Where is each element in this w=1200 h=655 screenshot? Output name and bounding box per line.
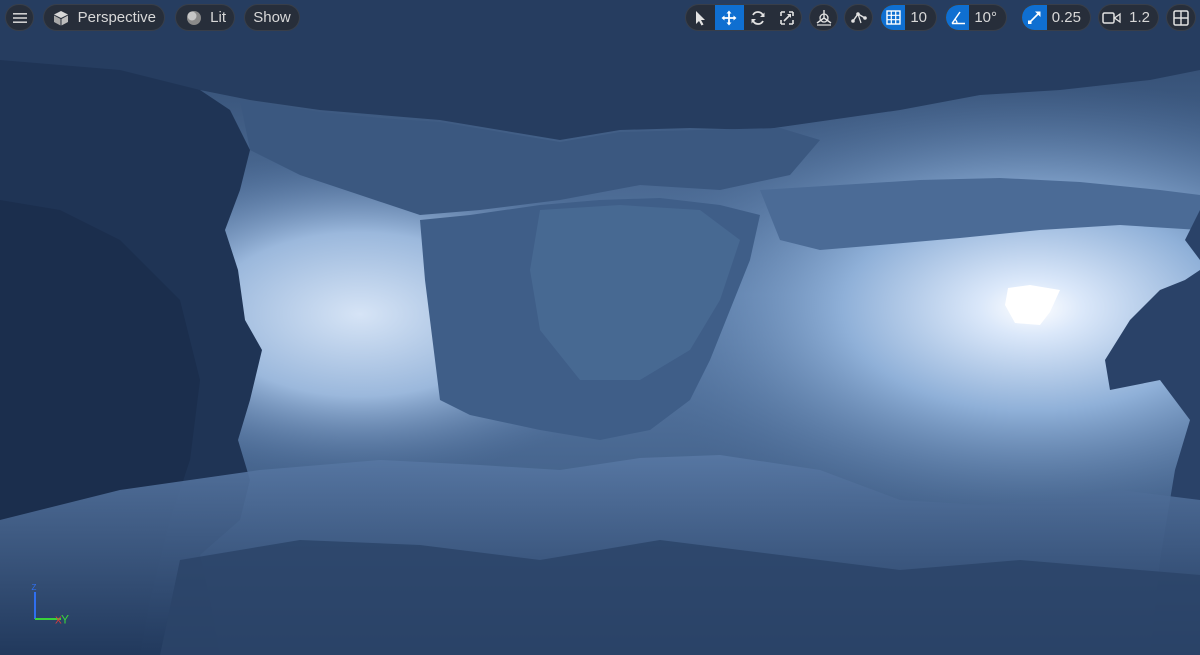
viewport-layout-icon xyxy=(1173,9,1189,26)
axis-y-label: Y xyxy=(61,613,69,627)
camera-speed-control[interactable]: 1.2 xyxy=(1098,4,1159,31)
scale-snap-toggle[interactable] xyxy=(1022,5,1047,30)
lit-label: Lit xyxy=(210,9,226,26)
world-local-toggle[interactable] xyxy=(809,4,838,31)
world-local-icon xyxy=(816,9,831,26)
angle-icon xyxy=(951,11,965,25)
scale-snap-value[interactable]: 0.25 xyxy=(1047,9,1090,26)
rotation-snap-control[interactable]: 10° xyxy=(945,4,1007,31)
surface-snap-toggle[interactable] xyxy=(844,4,873,31)
viewport-options-menu-button[interactable] xyxy=(5,4,34,31)
transform-tools-group xyxy=(685,4,802,31)
rotate-icon xyxy=(751,10,765,25)
perspective-view-button[interactable]: Perspective xyxy=(43,4,165,31)
rotate-mode-button[interactable] xyxy=(744,5,773,30)
axis-gizmo: Z X Y xyxy=(32,583,70,627)
camera-icon xyxy=(1102,11,1121,24)
view-mode-lit-button[interactable]: Lit xyxy=(175,4,235,31)
select-mode-button[interactable] xyxy=(686,5,715,30)
scale-snap-icon xyxy=(1027,11,1041,24)
camera-speed-value: 1.2 xyxy=(1129,9,1150,26)
move-mode-button[interactable] xyxy=(714,5,744,30)
scale-snap-control[interactable]: 0.25 xyxy=(1021,4,1091,31)
grid-snap-value[interactable]: 10 xyxy=(905,9,936,26)
surface-snap-icon xyxy=(850,11,867,23)
grid-icon xyxy=(885,10,901,25)
rotation-snap-value[interactable]: 10° xyxy=(969,9,1006,26)
cube-icon xyxy=(53,10,68,25)
scale-mode-button[interactable] xyxy=(772,5,801,30)
scale-icon xyxy=(779,10,794,25)
viewport-scene[interactable] xyxy=(0,0,1200,655)
move-icon xyxy=(721,10,737,25)
show-flags-button[interactable]: Show xyxy=(244,4,300,31)
perspective-label: Perspective xyxy=(77,9,156,26)
lit-sphere-icon xyxy=(187,10,202,25)
show-label: Show xyxy=(253,9,291,26)
rotation-snap-toggle[interactable] xyxy=(946,5,970,30)
hamburger-menu-icon xyxy=(12,12,27,23)
axis-z-label: Z xyxy=(32,583,37,592)
grid-snap-toggle[interactable] xyxy=(881,5,906,30)
cursor-icon xyxy=(696,10,706,25)
grid-snap-control[interactable]: 10 xyxy=(880,4,937,31)
viewport-layout-button[interactable] xyxy=(1166,4,1196,31)
